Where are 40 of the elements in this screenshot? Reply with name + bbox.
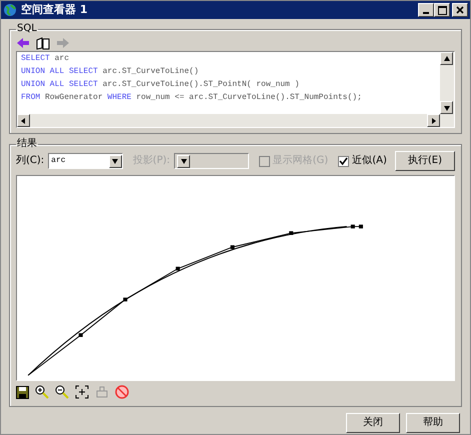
minimize-button[interactable]: [418, 3, 434, 17]
column-dropdown[interactable]: arc: [48, 153, 123, 169]
scroll-right-icon: [430, 116, 438, 124]
scroll-down-button[interactable]: [440, 101, 453, 114]
scroll-left-button[interactable]: [17, 114, 30, 127]
code-line: SELECT arc: [21, 54, 70, 64]
maximize-icon: [438, 6, 446, 14]
scroll-left-icon: [20, 116, 28, 124]
group-title: SQL: [16, 23, 38, 35]
no-entry-icon[interactable]: [115, 385, 129, 399]
group-title: 结果: [16, 138, 38, 150]
checkbox[interactable]: [338, 156, 350, 166]
back-arrow-icon[interactable]: [16, 37, 30, 49]
dialog-button[interactable]: 帮助: [406, 413, 460, 433]
code-line: FROM RowGenerator WHERE row_num <= arc.ST_CurveToLine().ST_NumPoints();: [21, 93, 363, 103]
checkbox-label: 近似(A): [352, 155, 387, 167]
scroll-down-icon: [442, 104, 450, 112]
zoom-out-icon[interactable]: [55, 385, 69, 399]
dropdown-button[interactable]: [177, 154, 190, 168]
code-line: UNION ALL SELECT arc.ST_CurveToLine(): [21, 67, 200, 77]
close-button[interactable]: [452, 3, 468, 17]
zoom-in-icon[interactable]: [35, 385, 49, 399]
execute-button[interactable]: 执行(E): [394, 151, 455, 171]
dropdown-icon: [180, 157, 188, 165]
window-title: 空间查看器 1: [21, 4, 88, 16]
zoom-extent-icon[interactable]: [75, 385, 89, 399]
dialog-button[interactable]: 关闭: [346, 413, 400, 433]
scroll-up-button[interactable]: [440, 52, 453, 65]
close-icon: [456, 6, 464, 14]
column-label: 列(C):: [16, 155, 44, 167]
dropdown-button[interactable]: [108, 154, 122, 168]
save-icon[interactable]: [16, 386, 29, 398]
projection-dropdown[interactable]: [174, 153, 249, 169]
code-line: UNION ALL SELECT arc.ST_CurveToLine().ST_PointN( row_num ): [21, 80, 300, 90]
maximize-button[interactable]: [434, 3, 450, 17]
dropdown-icon: [111, 157, 120, 165]
scroll-up-icon: [442, 54, 450, 62]
scroll-right-button[interactable]: [427, 114, 440, 127]
globe-icon: [3, 3, 17, 17]
book-icon[interactable]: [36, 36, 50, 50]
